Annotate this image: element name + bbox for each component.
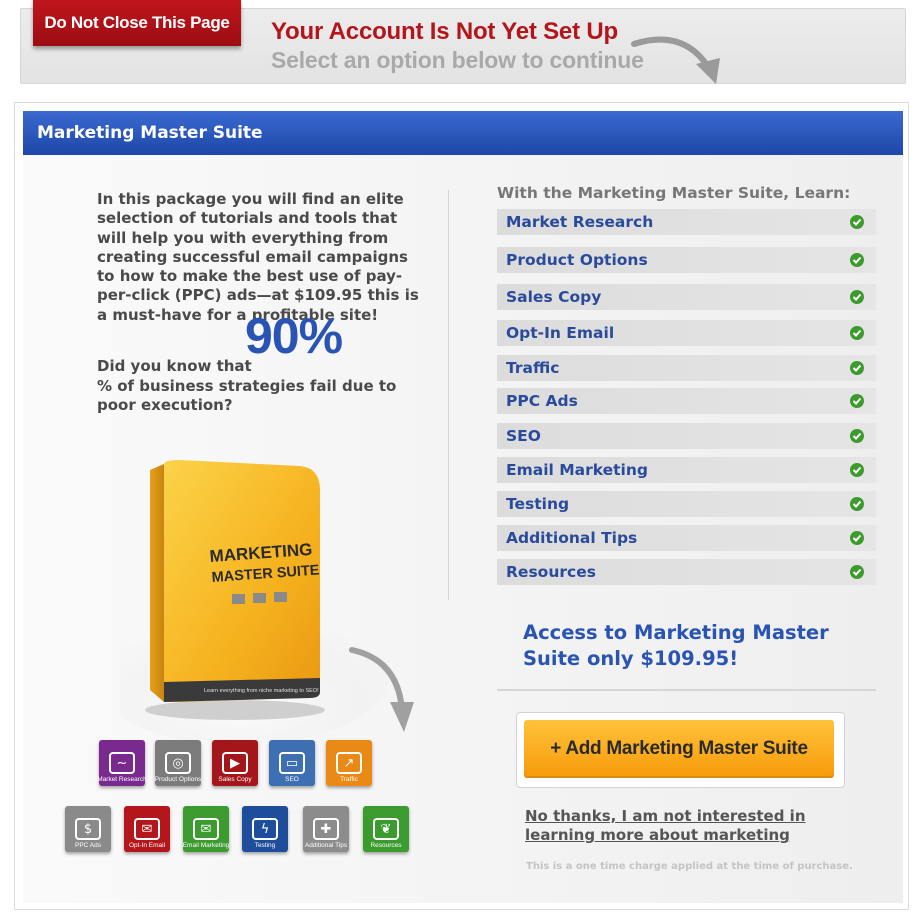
learn-list-title: With the Marketing Master Suite, Learn:: [497, 184, 851, 202]
product-box-image: MARKETING MASTER SUITE Learn everything …: [120, 460, 414, 740]
checkmark-icon: [850, 326, 864, 340]
list-item: Resources: [497, 559, 876, 585]
statistic-value: 90%: [245, 308, 343, 364]
checkmark-icon: [850, 394, 864, 408]
panel-header: Marketing Master Suite: [23, 111, 903, 155]
list-item: Traffic: [497, 355, 876, 381]
market-research-icon: ~ Market Research: [97, 740, 147, 786]
price-statement: Access to Marketing Master Suite only $1…: [523, 621, 829, 670]
column-divider: [448, 190, 449, 600]
checkmark-icon: [850, 361, 864, 375]
package-description: In this package you will find an elite s…: [97, 190, 419, 324]
ppc-ads-icon: $ PPC Ads: [65, 806, 111, 852]
checkmark-icon: [850, 253, 864, 267]
list-item: Testing: [497, 491, 876, 517]
checkmark-icon: [850, 429, 864, 443]
box-tagline: Learn everything from niche marketing to…: [204, 688, 319, 694]
opt-in-email-icon: ✉ Opt-In Email: [124, 806, 170, 852]
checkmark-icon: [850, 215, 864, 229]
list-item: Market Research: [497, 209, 876, 235]
list-item: PPC Ads: [497, 388, 876, 414]
decline-link[interactable]: No thanks, I am not interested in learni…: [525, 807, 845, 845]
checkmark-icon: [850, 463, 864, 477]
checkmark-icon: [850, 290, 864, 304]
list-item: Sales Copy: [497, 284, 876, 310]
fine-print: This is a one time charge applied at the…: [526, 861, 853, 872]
list-item: Product Options: [497, 247, 876, 273]
email-marketing-icon: ✉ Email Marketing: [183, 806, 229, 852]
list-item: Email Marketing: [497, 457, 876, 483]
add-suite-button[interactable]: + Add Marketing Master Suite: [524, 720, 834, 778]
checkmark-icon: [850, 565, 864, 579]
offer-divider: [497, 689, 876, 691]
seo-icon: ▭ SEO: [269, 740, 315, 786]
statistic-lead: Did you know that: [97, 357, 252, 375]
do-not-close-tag: Do Not Close This Page: [33, 0, 241, 46]
list-item: Additional Tips: [497, 525, 876, 551]
checkmark-icon: [850, 497, 864, 511]
traffic-icon: ↗ Traffic: [326, 740, 372, 786]
checkmark-icon: [850, 531, 864, 545]
statistic-text: % of business strategies fail due to poo…: [97, 377, 397, 415]
sales-copy-icon: ▶ Sales Copy: [212, 740, 258, 786]
testing-icon: ϟ Testing: [242, 806, 288, 852]
curved-arrow-icon: [631, 36, 720, 84]
product-options-icon: ◎ Product Options: [155, 740, 201, 786]
list-item: Opt-In Email: [497, 320, 876, 346]
additional-tips-icon: ✚ Additional Tips: [303, 806, 349, 852]
resources-icon: ❦ Resources: [363, 806, 409, 852]
banner-title: Your Account Is Not Yet Set Up: [271, 18, 618, 45]
banner-subtitle: Select an option below to continue: [271, 47, 644, 73]
list-item: SEO: [497, 423, 876, 449]
